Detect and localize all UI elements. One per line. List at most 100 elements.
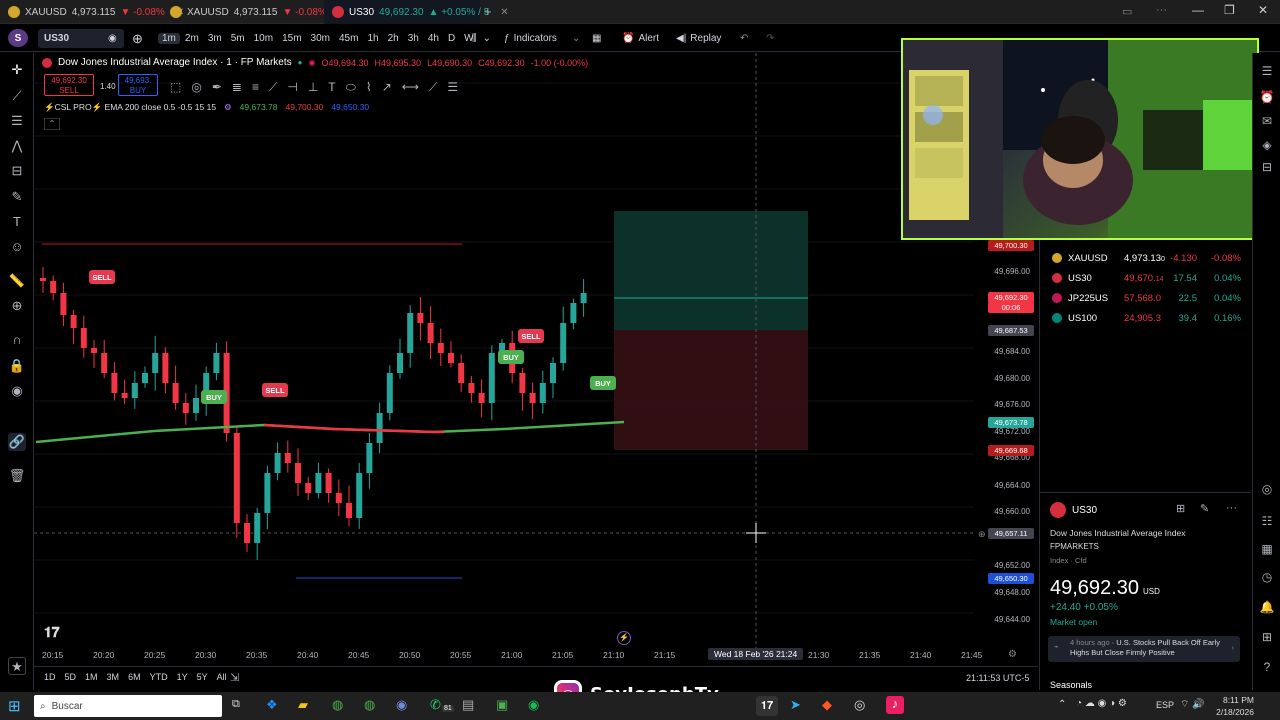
brave-icon[interactable]: ◆ [822, 697, 832, 713]
add-alert-icon[interactable]: ⊕ [978, 529, 986, 540]
timeframe-3m[interactable]: 3m [204, 33, 226, 44]
range-1Y[interactable]: 1Y [177, 672, 188, 682]
chart-area[interactable]: SELL BUY SELL BUY SELL BUY [34, 53, 1038, 665]
ray-tool-icon[interactable]: ⟋ [269, 80, 277, 95]
lock-icon[interactable]: 🔒 [8, 357, 26, 375]
add-symbol-icon[interactable]: ⊕ [132, 29, 143, 48]
lightning-icon[interactable]: ⚡ [617, 631, 631, 645]
undo-icon[interactable]: ↶ [740, 29, 748, 48]
timeframe-2h[interactable]: 2h [384, 33, 403, 44]
windows-start-icon[interactable]: ⊞ [8, 697, 21, 715]
range-3M[interactable]: 3M [107, 672, 120, 682]
spotify-icon[interactable]: ◉ [528, 697, 539, 713]
excel-icon[interactable]: ▣ [496, 697, 508, 713]
measure-tool-icon[interactable]: ⟷ [402, 80, 419, 94]
timeframe-3h[interactable]: 3h [404, 33, 423, 44]
vline-tool-icon[interactable]: ⊥ [308, 80, 318, 94]
goto-date-icon[interactable]: ⇲ [230, 671, 239, 684]
chrome-icon[interactable]: ◍ [332, 697, 343, 713]
collapse-legend-icon[interactable]: ⌃ [44, 118, 60, 130]
timeframe-30m[interactable]: 30m [307, 33, 334, 44]
clock[interactable]: 21:11:53 UTC-5 [966, 673, 1029, 683]
range-1M[interactable]: 1M [85, 672, 98, 682]
timeframe-1h[interactable]: 1h [363, 33, 382, 44]
compare-icon[interactable]: ◉ [108, 29, 117, 48]
star-icon[interactable]: ★ [8, 657, 26, 675]
link-icon[interactable]: 🔗 [8, 433, 26, 451]
pen-tool-icon[interactable]: ✒ [212, 80, 222, 94]
layouts-icon[interactable]: ▦ [592, 29, 601, 48]
shape-tool-icon[interactable]: ⬭ [346, 80, 356, 95]
grid-icon[interactable]: ⊞ [1176, 502, 1185, 515]
watchlist-icon[interactable]: ☰ [1259, 63, 1275, 79]
redo-icon[interactable]: ↷ [766, 29, 774, 48]
whatsapp-icon[interactable]: ✆ [430, 697, 441, 713]
layers-icon[interactable]: ◈ [1259, 137, 1275, 153]
pattern-tool-icon[interactable]: ⋀ [8, 137, 26, 155]
tab-xauusd-2[interactable]: XAUUSD 4,973.115 ▼ -0.08% ✕ [162, 0, 346, 24]
close-window-icon[interactable]: ✕ [1258, 3, 1268, 17]
language-indicator[interactable]: ESP [1156, 700, 1174, 710]
more-icon[interactable]: ··· [1226, 502, 1237, 514]
instrument-name[interactable]: Dow Jones Industrial Average Index [1050, 528, 1185, 538]
path-tool-icon[interactable]: ⌇ [366, 80, 372, 94]
watchlist-row[interactable]: XAUUSD 4,973.130 -4.130 -0.08% [1040, 248, 1251, 268]
range-6M[interactable]: 6M [128, 672, 141, 682]
indicators-button[interactable]: ƒ Indicators [504, 29, 557, 48]
magnet-tool-icon[interactable]: ∩ [8, 331, 26, 349]
timeframe-5m[interactable]: 5m [227, 33, 249, 44]
ema-line[interactable] [35, 420, 625, 444]
range-1D[interactable]: 1D [44, 672, 56, 682]
settings-icon[interactable]: ⚙ [224, 102, 232, 113]
task-view-icon[interactable]: ⧉ [232, 698, 240, 711]
minimize-icon[interactable]: — [1192, 3, 1204, 17]
eye-icon[interactable]: ◉ [8, 382, 26, 400]
alert-button[interactable]: ⏰ Alert [622, 29, 659, 48]
timeframe-2m[interactable]: 2m [181, 33, 203, 44]
trash-icon[interactable]: 🗑 [8, 467, 26, 485]
telegram-icon[interactable]: ➤ [790, 697, 801, 713]
bar-style-icon[interactable]: ⫼ [472, 29, 477, 48]
taskbar-search[interactable]: ⌕ Buscar [34, 695, 222, 717]
calculator-icon[interactable]: ▤ [462, 697, 474, 713]
channel-tool-icon[interactable]: ≡ [252, 80, 259, 94]
ema-line-bearish[interactable] [263, 423, 444, 434]
alerts-icon[interactable]: ⏰ [1259, 89, 1275, 105]
timeframe-10m[interactable]: 10m [250, 33, 277, 44]
lines-tool-icon[interactable]: ≣ [232, 80, 242, 94]
more-icon[interactable]: ··· [1156, 4, 1167, 16]
chrome-profile-icon[interactable]: ◍ [364, 697, 375, 713]
hline-tool-icon[interactable]: ⊣ [287, 80, 297, 94]
wifi-volume-icon[interactable]: ⌔ 🔊 [1180, 698, 1205, 711]
edit-icon[interactable]: ✎ [1200, 502, 1209, 515]
fib-tool-icon[interactable]: ☰ [8, 112, 26, 130]
timeframe-4h[interactable]: 4h [424, 33, 443, 44]
timeframe-1m[interactable]: 1m [158, 33, 180, 44]
range-YTD[interactable]: YTD [150, 672, 168, 682]
emoji-tool-icon[interactable]: ☺ [8, 238, 26, 256]
chevron-down-icon[interactable]: ⌄ [479, 33, 495, 44]
timeframe-D[interactable]: D [444, 33, 459, 44]
crosshair-tool-icon[interactable]: ✛ [8, 61, 26, 79]
stop-loss-zone[interactable] [614, 330, 808, 450]
circle-tool-icon[interactable]: ◎ [191, 80, 201, 94]
maximize-icon[interactable]: ❐ [1224, 3, 1235, 17]
trendline-tool-icon[interactable]: ⟋ [8, 87, 26, 105]
target-icon[interactable]: ◎ [1259, 481, 1275, 497]
tray-apps-icon[interactable]: ◔ ☁ ◉ ◑ ⚙ [1076, 698, 1127, 709]
take-profit-zone[interactable] [614, 211, 808, 330]
text-tool-icon[interactable]: T [8, 213, 26, 231]
news-item[interactable]: ⌁ 4 hours ago · U.S. Stocks Pull Back Of… [1048, 636, 1240, 662]
discord-icon[interactable]: ◉ [396, 697, 407, 713]
text-tool-icon[interactable]: T [328, 80, 335, 94]
new-tab-icon[interactable]: + [484, 4, 492, 19]
arrow-tool-icon[interactable]: ↗ [382, 80, 392, 94]
buy-button[interactable]: 49,693. BUY [118, 74, 158, 96]
profile-avatar[interactable]: S [8, 29, 28, 47]
menu-lines-icon[interactable]: ☰ [447, 80, 458, 94]
hotlist-icon[interactable]: ◷ [1259, 569, 1275, 585]
timeframe-45m[interactable]: 45m [335, 33, 362, 44]
tab-xauusd-1[interactable]: XAUUSD 4,973.115 ▼ -0.08% ✕ [0, 0, 184, 24]
tradingview-taskbar-icon[interactable]: 𝟏𝟕 [756, 696, 778, 716]
window-layout-icon[interactable]: ▭ [1122, 5, 1132, 18]
